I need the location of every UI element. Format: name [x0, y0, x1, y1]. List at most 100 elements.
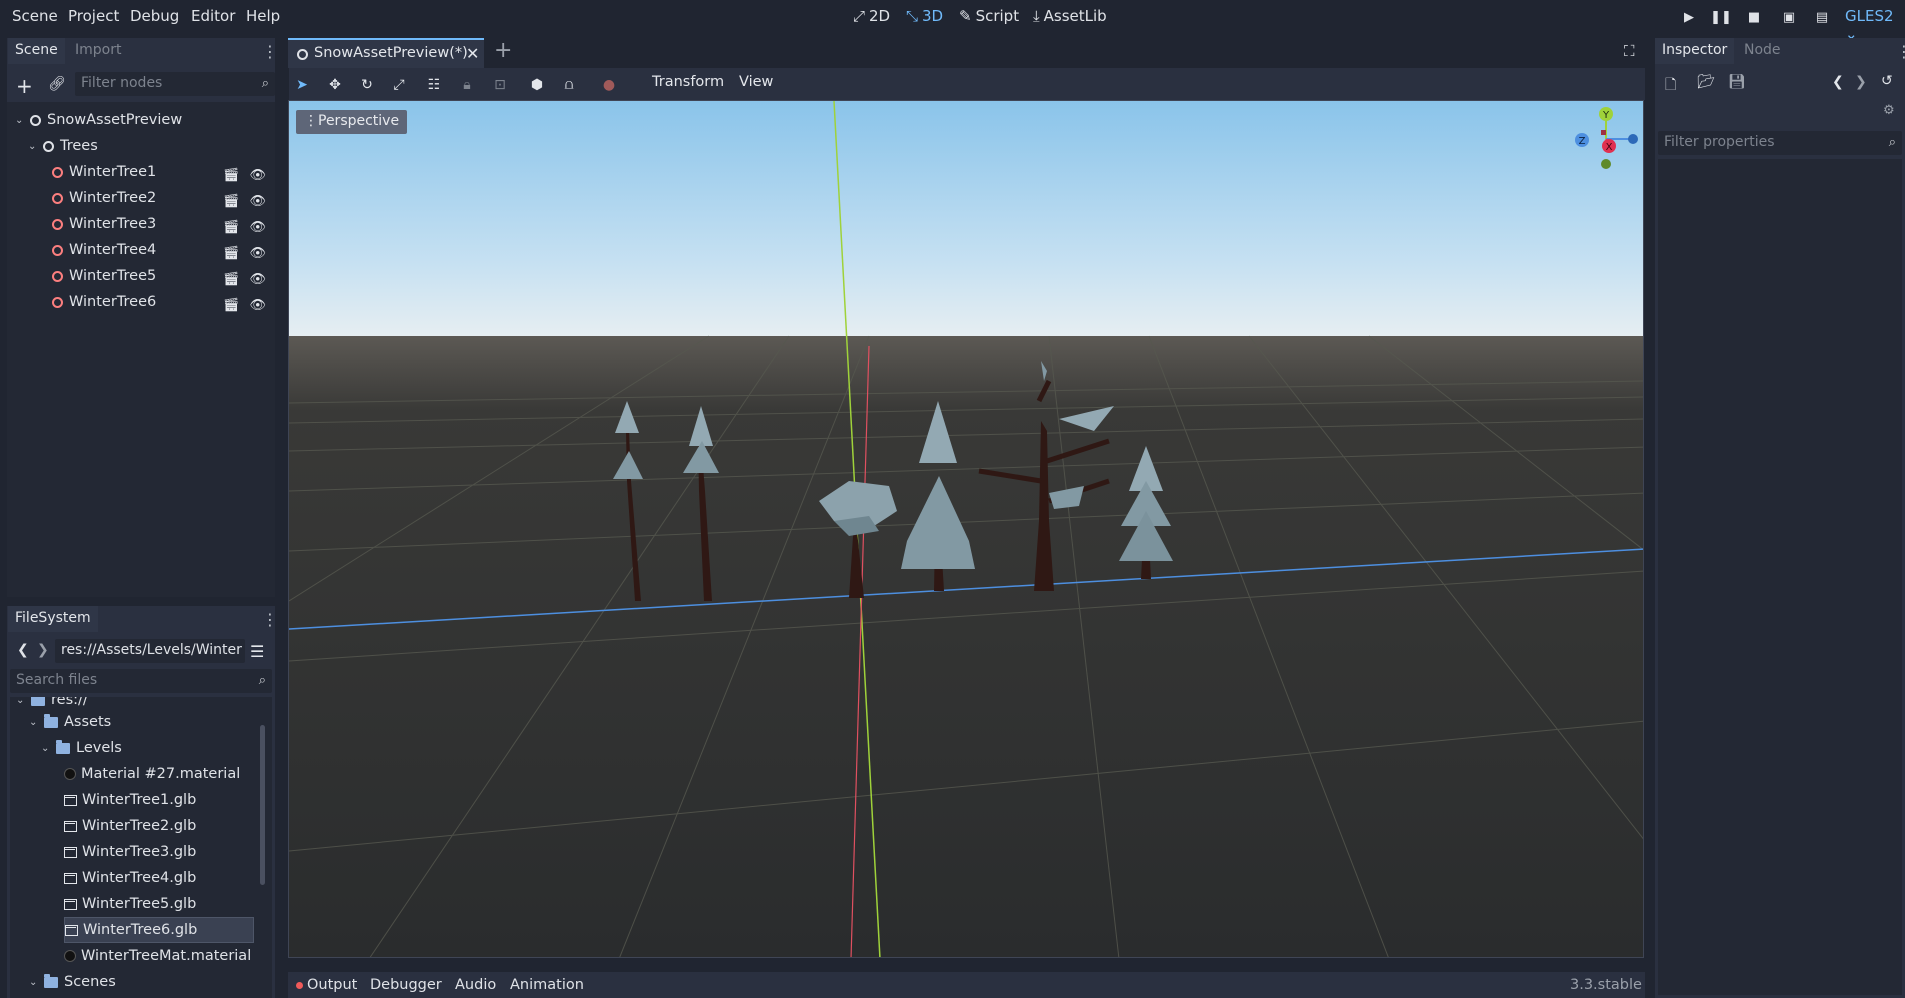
select-tool-icon[interactable]: ➤ [293, 76, 311, 94]
tree-item-wintertree3[interactable]: WinterTree3 [52, 211, 156, 237]
tab-filesystem[interactable]: FileSystem [8, 606, 98, 632]
tab-output[interactable]: Output [307, 977, 357, 993]
workspace-assetlib-button[interactable]: ⤓ AssetLib [1033, 7, 1107, 25]
inspector-menu-icon[interactable]: ⋮ [1896, 44, 1905, 60]
visibility-icon[interactable]: 👁︎ [250, 194, 267, 209]
open-scene-icon[interactable]: 🎬︎ [223, 220, 240, 235]
visibility-icon[interactable]: 👁︎ [250, 298, 267, 313]
snap-icon[interactable]: ⩍ [560, 76, 578, 94]
file-item[interactable]: Material #27.material [64, 761, 240, 787]
group-icon[interactable]: ⊡ [491, 76, 509, 94]
tree-item-wintertree1[interactable]: WinterTree1 [52, 159, 156, 185]
menu-scene[interactable]: Scene [12, 7, 58, 25]
visibility-icon[interactable]: 👁︎ [250, 272, 267, 287]
search-icon: ⌕ [258, 673, 266, 688]
tab-inspector[interactable]: Inspector [1655, 38, 1735, 64]
tree-item-wintertree2[interactable]: WinterTree2 [52, 185, 156, 211]
local-space-icon[interactable]: ⬢ [528, 76, 546, 94]
add-tab-icon[interactable]: + [494, 38, 512, 63]
distraction-free-icon[interactable]: ⛶ [1624, 42, 1635, 60]
tree-item-levels[interactable]: ⌄ Levels [41, 735, 122, 761]
filesystem-menu-icon[interactable]: ⋮ [262, 612, 278, 628]
filter-nodes-input[interactable]: Filter nodes ⌕ [75, 72, 275, 96]
scene-dock-menu-icon[interactable]: ⋮ [262, 44, 278, 60]
tree-item-root[interactable]: ⌄ SnowAssetPreview [15, 107, 182, 133]
tree-item-scenes[interactable]: ⌄ Scenes [29, 969, 116, 995]
back-icon[interactable]: ❮ [17, 642, 29, 658]
open-scene-icon[interactable]: 🎬︎ [223, 194, 240, 209]
history-back-icon[interactable]: ❮ [1832, 74, 1844, 90]
add-node-icon[interactable]: + [16, 74, 33, 98]
3d-viewport[interactable]: ⋮ Perspective Y X Z [288, 100, 1644, 958]
visibility-icon[interactable]: 👁︎ [250, 168, 267, 183]
tab-import[interactable]: Import [68, 38, 128, 64]
camera-icon[interactable]: ● [600, 76, 618, 94]
file-name: WinterTreeMat.material [81, 948, 252, 964]
view-gizmo[interactable]: Y X Z [1571, 106, 1641, 176]
tree-item-wintertree5[interactable]: WinterTree5 [52, 263, 156, 289]
scene-tab[interactable]: SnowAssetPreview(*) ✕ [288, 38, 484, 68]
perspective-menu[interactable]: ⋮ Perspective [296, 110, 408, 134]
link-icon[interactable]: 🔗︎ [48, 76, 66, 92]
file-item-selected[interactable]: WinterTree6.glb [64, 917, 254, 943]
workspace-script-button[interactable]: ✎ Script [959, 7, 1019, 25]
pause-icon[interactable]: ❚❚ [1710, 8, 1732, 26]
view-menu[interactable]: View [739, 74, 773, 90]
workspace-2d-button[interactable]: ⤢ 2D [853, 7, 890, 25]
visibility-icon[interactable]: 👁︎ [250, 220, 267, 235]
tab-debugger[interactable]: Debugger [370, 977, 442, 993]
file-item[interactable]: WinterTree5.glb [64, 891, 196, 917]
play-icon[interactable]: ▶ [1679, 8, 1699, 26]
split-view-icon[interactable]: ☰ [250, 642, 264, 661]
renderer-label: GLES2 [1845, 7, 1894, 25]
stop-icon[interactable]: ■ [1744, 8, 1764, 26]
tab-node[interactable]: Node [1737, 38, 1788, 64]
workspace-3d-button[interactable]: ⤡ 3D [906, 7, 943, 25]
file-item[interactable]: WinterTree3.glb [64, 839, 196, 865]
file-item[interactable]: WinterTree2.glb [64, 813, 196, 839]
close-icon[interactable]: ✕ [466, 44, 479, 63]
tab-animation[interactable]: Animation [510, 977, 584, 993]
tree-item-label: Levels [76, 740, 122, 756]
history-icon[interactable]: ↺ [1881, 73, 1893, 89]
file-item[interactable]: WinterTreeMat.material [64, 943, 251, 969]
rotate-tool-icon[interactable]: ↻ [358, 76, 376, 94]
tree-item-wintertree4[interactable]: WinterTree4 [52, 237, 156, 263]
tree-item-trees[interactable]: ⌄ Trees [28, 133, 98, 159]
node-icon [297, 49, 308, 60]
play-custom-scene-icon[interactable]: ▤ [1812, 8, 1832, 26]
tab-audio[interactable]: Audio [455, 977, 496, 993]
menu-help[interactable]: Help [246, 7, 280, 25]
play-scene-icon[interactable]: ▣ [1779, 8, 1799, 26]
search-files-input[interactable]: Search files ⌕ [10, 669, 272, 693]
path-field[interactable]: res://Assets/Levels/Winter [55, 639, 245, 663]
tree-item-label: WinterTree6 [69, 294, 157, 310]
filter-properties-input[interactable]: Filter properties ⌕ [1658, 131, 1902, 155]
file-item[interactable]: WinterTree4.glb [64, 865, 196, 891]
open-scene-icon[interactable]: 🎬︎ [223, 168, 240, 183]
tree-item-assets[interactable]: ⌄ Assets [29, 709, 111, 735]
tree-item-wintertree6[interactable]: WinterTree6 [52, 289, 156, 315]
spatial-node-icon [52, 192, 63, 204]
scrollbar[interactable] [260, 725, 265, 885]
scale-tool-icon[interactable]: ⤢ [390, 76, 408, 94]
open-folder-icon[interactable]: 📂︎ [1697, 74, 1715, 90]
save-icon[interactable]: 💾︎ [1728, 74, 1746, 90]
visibility-icon[interactable]: 👁︎ [250, 246, 267, 261]
transform-menu[interactable]: Transform [652, 74, 724, 90]
object-properties-icon[interactable]: ⚙︎ [1883, 103, 1895, 118]
history-forward-icon[interactable]: ❯ [1855, 74, 1867, 90]
new-resource-icon[interactable]: 🗋︎ [1665, 74, 1676, 98]
list-select-icon[interactable]: ☷ [425, 76, 443, 94]
move-tool-icon[interactable]: ✥ [326, 76, 344, 94]
file-item[interactable]: WinterTree1.glb [64, 787, 196, 813]
forward-icon[interactable]: ❯ [37, 642, 49, 658]
open-scene-icon[interactable]: 🎬︎ [223, 298, 240, 313]
open-scene-icon[interactable]: 🎬︎ [223, 246, 240, 261]
menu-editor[interactable]: Editor [191, 7, 235, 25]
tab-scene[interactable]: Scene [8, 38, 65, 64]
menu-project[interactable]: Project [68, 7, 119, 25]
open-scene-icon[interactable]: 🎬︎ [223, 272, 240, 287]
lock-icon[interactable]: 🔒︎ [458, 76, 476, 94]
menu-debug[interactable]: Debug [130, 7, 179, 25]
